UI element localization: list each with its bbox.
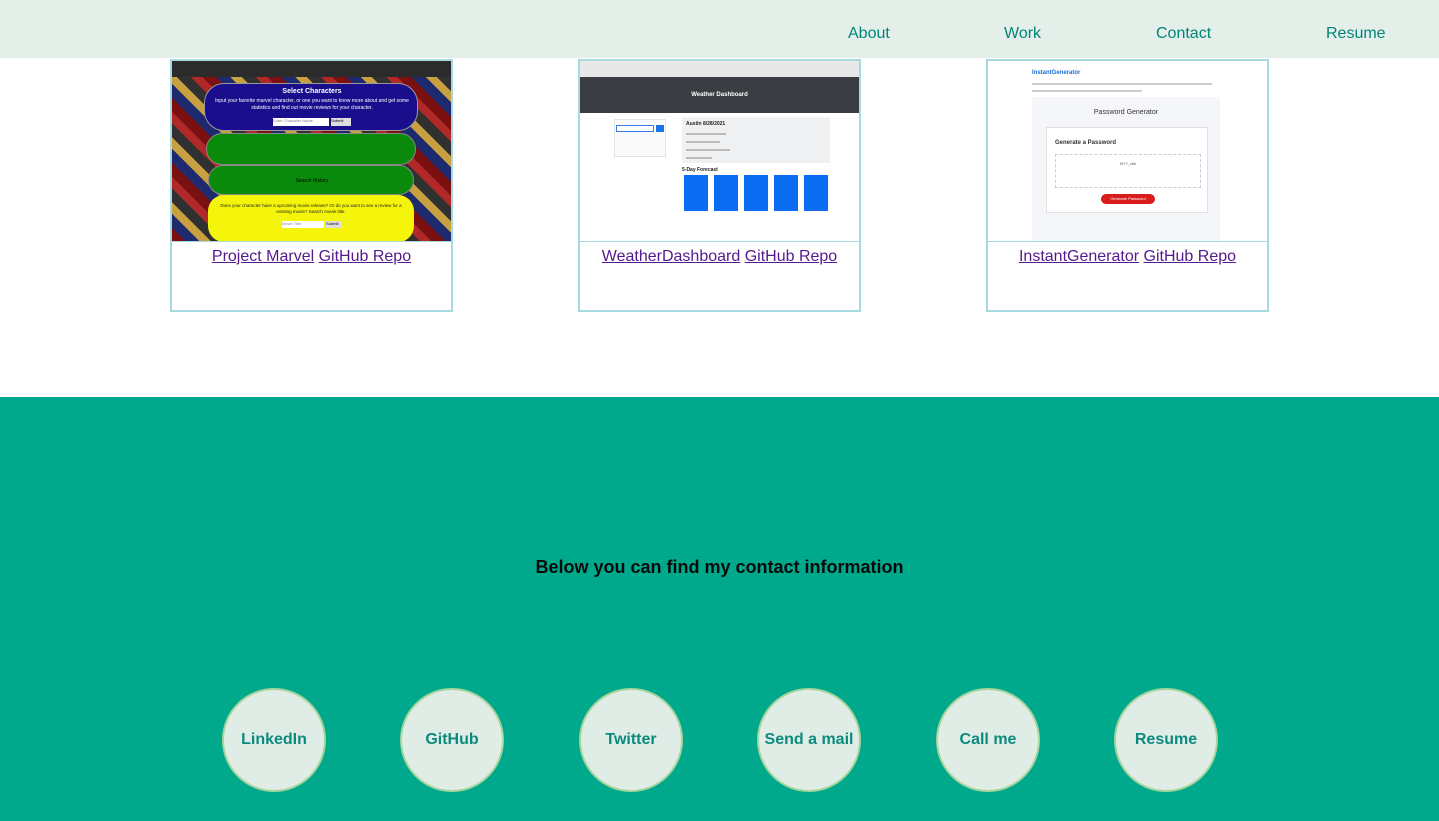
nav-link-contact[interactable]: Contact bbox=[1156, 24, 1211, 44]
navbar: About Work Contact Resume bbox=[0, 0, 1439, 58]
weather-detail-line bbox=[686, 157, 712, 159]
weather-city-heading: Austin 8/28/2021 bbox=[686, 121, 726, 127]
send-mail-button[interactable]: Send a mail bbox=[757, 688, 861, 792]
project-screenshot-instantgenerator[interactable]: InstantGenerator Password Generator Gene… bbox=[988, 61, 1267, 242]
github-button[interactable]: GitHub bbox=[400, 688, 504, 792]
repo-link-instantgenerator[interactable]: GitHub Repo bbox=[1144, 248, 1237, 265]
generator-title: InstantGenerator bbox=[1032, 70, 1081, 76]
project-link-weather[interactable]: WeatherDashboard bbox=[602, 248, 740, 265]
project-link-instantgenerator[interactable]: InstantGenerator bbox=[1019, 248, 1139, 265]
call-me-button[interactable]: Call me bbox=[936, 688, 1040, 792]
marvel-character-input: Enter Character Name bbox=[273, 118, 329, 126]
weather-search-button bbox=[656, 125, 664, 132]
browser-toolbar bbox=[580, 61, 859, 77]
project-card-weather: Weather Dashboard Austin 8/28/2021 5-Day… bbox=[578, 59, 861, 312]
forecast-day-card bbox=[714, 175, 738, 211]
forecast-day-card bbox=[744, 175, 768, 211]
project-screenshot-marvel[interactable]: Select Characters Input your favorite ma… bbox=[172, 61, 451, 242]
browser-toolbar bbox=[172, 61, 451, 77]
marvel-results-panel bbox=[206, 133, 416, 165]
linkedin-button[interactable]: LinkedIn bbox=[222, 688, 326, 792]
project-card-marvel: Select Characters Input your favorite ma… bbox=[170, 59, 453, 312]
weather-detail-line bbox=[686, 141, 720, 143]
forecast-day-card bbox=[804, 175, 828, 211]
weather-forecast-heading: 5-Day Forecast bbox=[682, 167, 718, 173]
marvel-history-label: Search History bbox=[295, 178, 329, 184]
project-card-instantgenerator: InstantGenerator Password Generator Gene… bbox=[986, 59, 1269, 312]
repo-link-weather[interactable]: GitHub Repo bbox=[745, 248, 838, 265]
generator-panel: Password Generator Generate a Password f… bbox=[1032, 97, 1220, 241]
nav-link-work[interactable]: Work bbox=[1004, 24, 1041, 44]
resume-button[interactable]: Resume bbox=[1114, 688, 1218, 792]
weather-current-panel: Austin 8/28/2021 bbox=[682, 117, 830, 163]
marvel-movie-input: Movie Title bbox=[282, 221, 324, 228]
marvel-select-panel: Select Characters Input your favorite ma… bbox=[204, 83, 418, 131]
marvel-select-subtext: Input your favorite marvel character, or… bbox=[215, 98, 409, 111]
marvel-movie-panel: Does your character have a upcoming movi… bbox=[208, 195, 414, 241]
generator-panel-title: Password Generator bbox=[1093, 109, 1159, 116]
forecast-day-card bbox=[684, 175, 708, 211]
generate-password-button: Generate Password bbox=[1101, 194, 1155, 204]
marvel-select-heading: Select Characters bbox=[282, 88, 342, 95]
generator-description-line bbox=[1032, 90, 1142, 92]
contact-section: Below you can find my contact informatio… bbox=[0, 397, 1439, 821]
weather-detail-line bbox=[686, 133, 726, 135]
repo-link-marvel[interactable]: GitHub Repo bbox=[319, 248, 412, 265]
project-screenshot-weather[interactable]: Weather Dashboard Austin 8/28/2021 5-Day… bbox=[580, 61, 859, 242]
generator-card: Generate a Password f3??_z6k Generate Pa… bbox=[1046, 127, 1208, 213]
project-link-marvel[interactable]: Project Marvel bbox=[212, 248, 314, 265]
generator-password-output: f3??_z6k bbox=[1055, 154, 1201, 188]
project-links: InstantGenerator GitHub Repo bbox=[988, 247, 1267, 267]
weather-search-input bbox=[616, 125, 654, 132]
nav-link-resume[interactable]: Resume bbox=[1326, 24, 1386, 44]
project-links: WeatherDashboard GitHub Repo bbox=[580, 247, 859, 267]
marvel-submit-button: Submit bbox=[331, 118, 351, 126]
twitter-button[interactable]: Twitter bbox=[579, 688, 683, 792]
contact-heading: Below you can find my contact informatio… bbox=[535, 557, 904, 577]
nav-link-about[interactable]: About bbox=[848, 24, 890, 44]
marvel-movie-prompt: Does your character have a upcoming movi… bbox=[220, 203, 402, 214]
weather-header: Weather Dashboard bbox=[580, 77, 859, 113]
generator-card-title: Generate a Password bbox=[1055, 140, 1117, 146]
marvel-history-panel: Search History bbox=[208, 165, 414, 195]
forecast-day-card bbox=[774, 175, 798, 211]
marvel-movie-submit: Submit bbox=[326, 221, 342, 228]
project-links: Project Marvel GitHub Repo bbox=[172, 247, 451, 267]
generator-description-line bbox=[1032, 83, 1212, 85]
weather-detail-line bbox=[686, 149, 730, 151]
